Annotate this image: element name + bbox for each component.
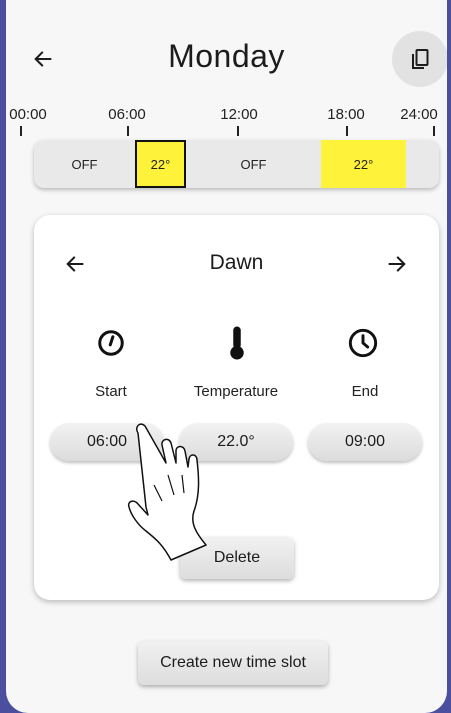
segment-heat[interactable]: 22° xyxy=(321,140,406,188)
next-slot-button[interactable] xyxy=(380,247,414,281)
end-time-button[interactable]: 09:00 xyxy=(308,423,422,461)
segment-off[interactable]: OFF xyxy=(34,140,135,188)
tick-label: 06:00 xyxy=(108,106,146,123)
slot-card: Dawn Start Temperature End 06:00 22.0° 0… xyxy=(34,215,439,600)
create-time-slot-button[interactable]: Create new time slot xyxy=(138,641,328,685)
tick-mark xyxy=(237,126,239,136)
clock-icon xyxy=(343,323,383,363)
tick-label: 00:00 xyxy=(9,106,47,123)
slot-name: Dawn xyxy=(209,251,264,274)
end-label: End xyxy=(351,383,379,400)
thermometer-icon xyxy=(217,323,257,363)
copy-button[interactable] xyxy=(392,31,447,87)
tick-label: 18:00 xyxy=(327,106,365,123)
schedule-bar: OFF 22° OFF 22° xyxy=(34,140,439,188)
app-screen: Monday 00:00 06:00 12:00 18:00 24:00 OFF… xyxy=(6,0,447,713)
page-title: Monday xyxy=(168,38,285,74)
delete-button[interactable]: Delete xyxy=(180,537,294,579)
segment-selected[interactable]: 22° xyxy=(135,140,186,188)
top-bar: Monday xyxy=(6,22,447,92)
tick-mark xyxy=(433,126,435,136)
tick-mark xyxy=(346,126,348,136)
temperature-label: Temperature xyxy=(193,383,279,400)
arrow-right-icon xyxy=(388,256,406,272)
copy-icon xyxy=(412,49,429,69)
segment-off[interactable]: OFF xyxy=(186,140,321,188)
timer-icon xyxy=(91,323,131,363)
tick-label: 12:00 xyxy=(220,106,258,123)
device-frame: Monday 00:00 06:00 12:00 18:00 24:00 OFF… xyxy=(0,0,451,713)
start-label: Start xyxy=(95,383,127,400)
tick-mark xyxy=(127,126,129,136)
tick-label: 24:00 xyxy=(400,106,438,123)
temperature-button[interactable]: 22.0° xyxy=(179,423,293,461)
start-time-button[interactable]: 06:00 xyxy=(50,423,164,461)
tick-mark xyxy=(20,126,22,136)
